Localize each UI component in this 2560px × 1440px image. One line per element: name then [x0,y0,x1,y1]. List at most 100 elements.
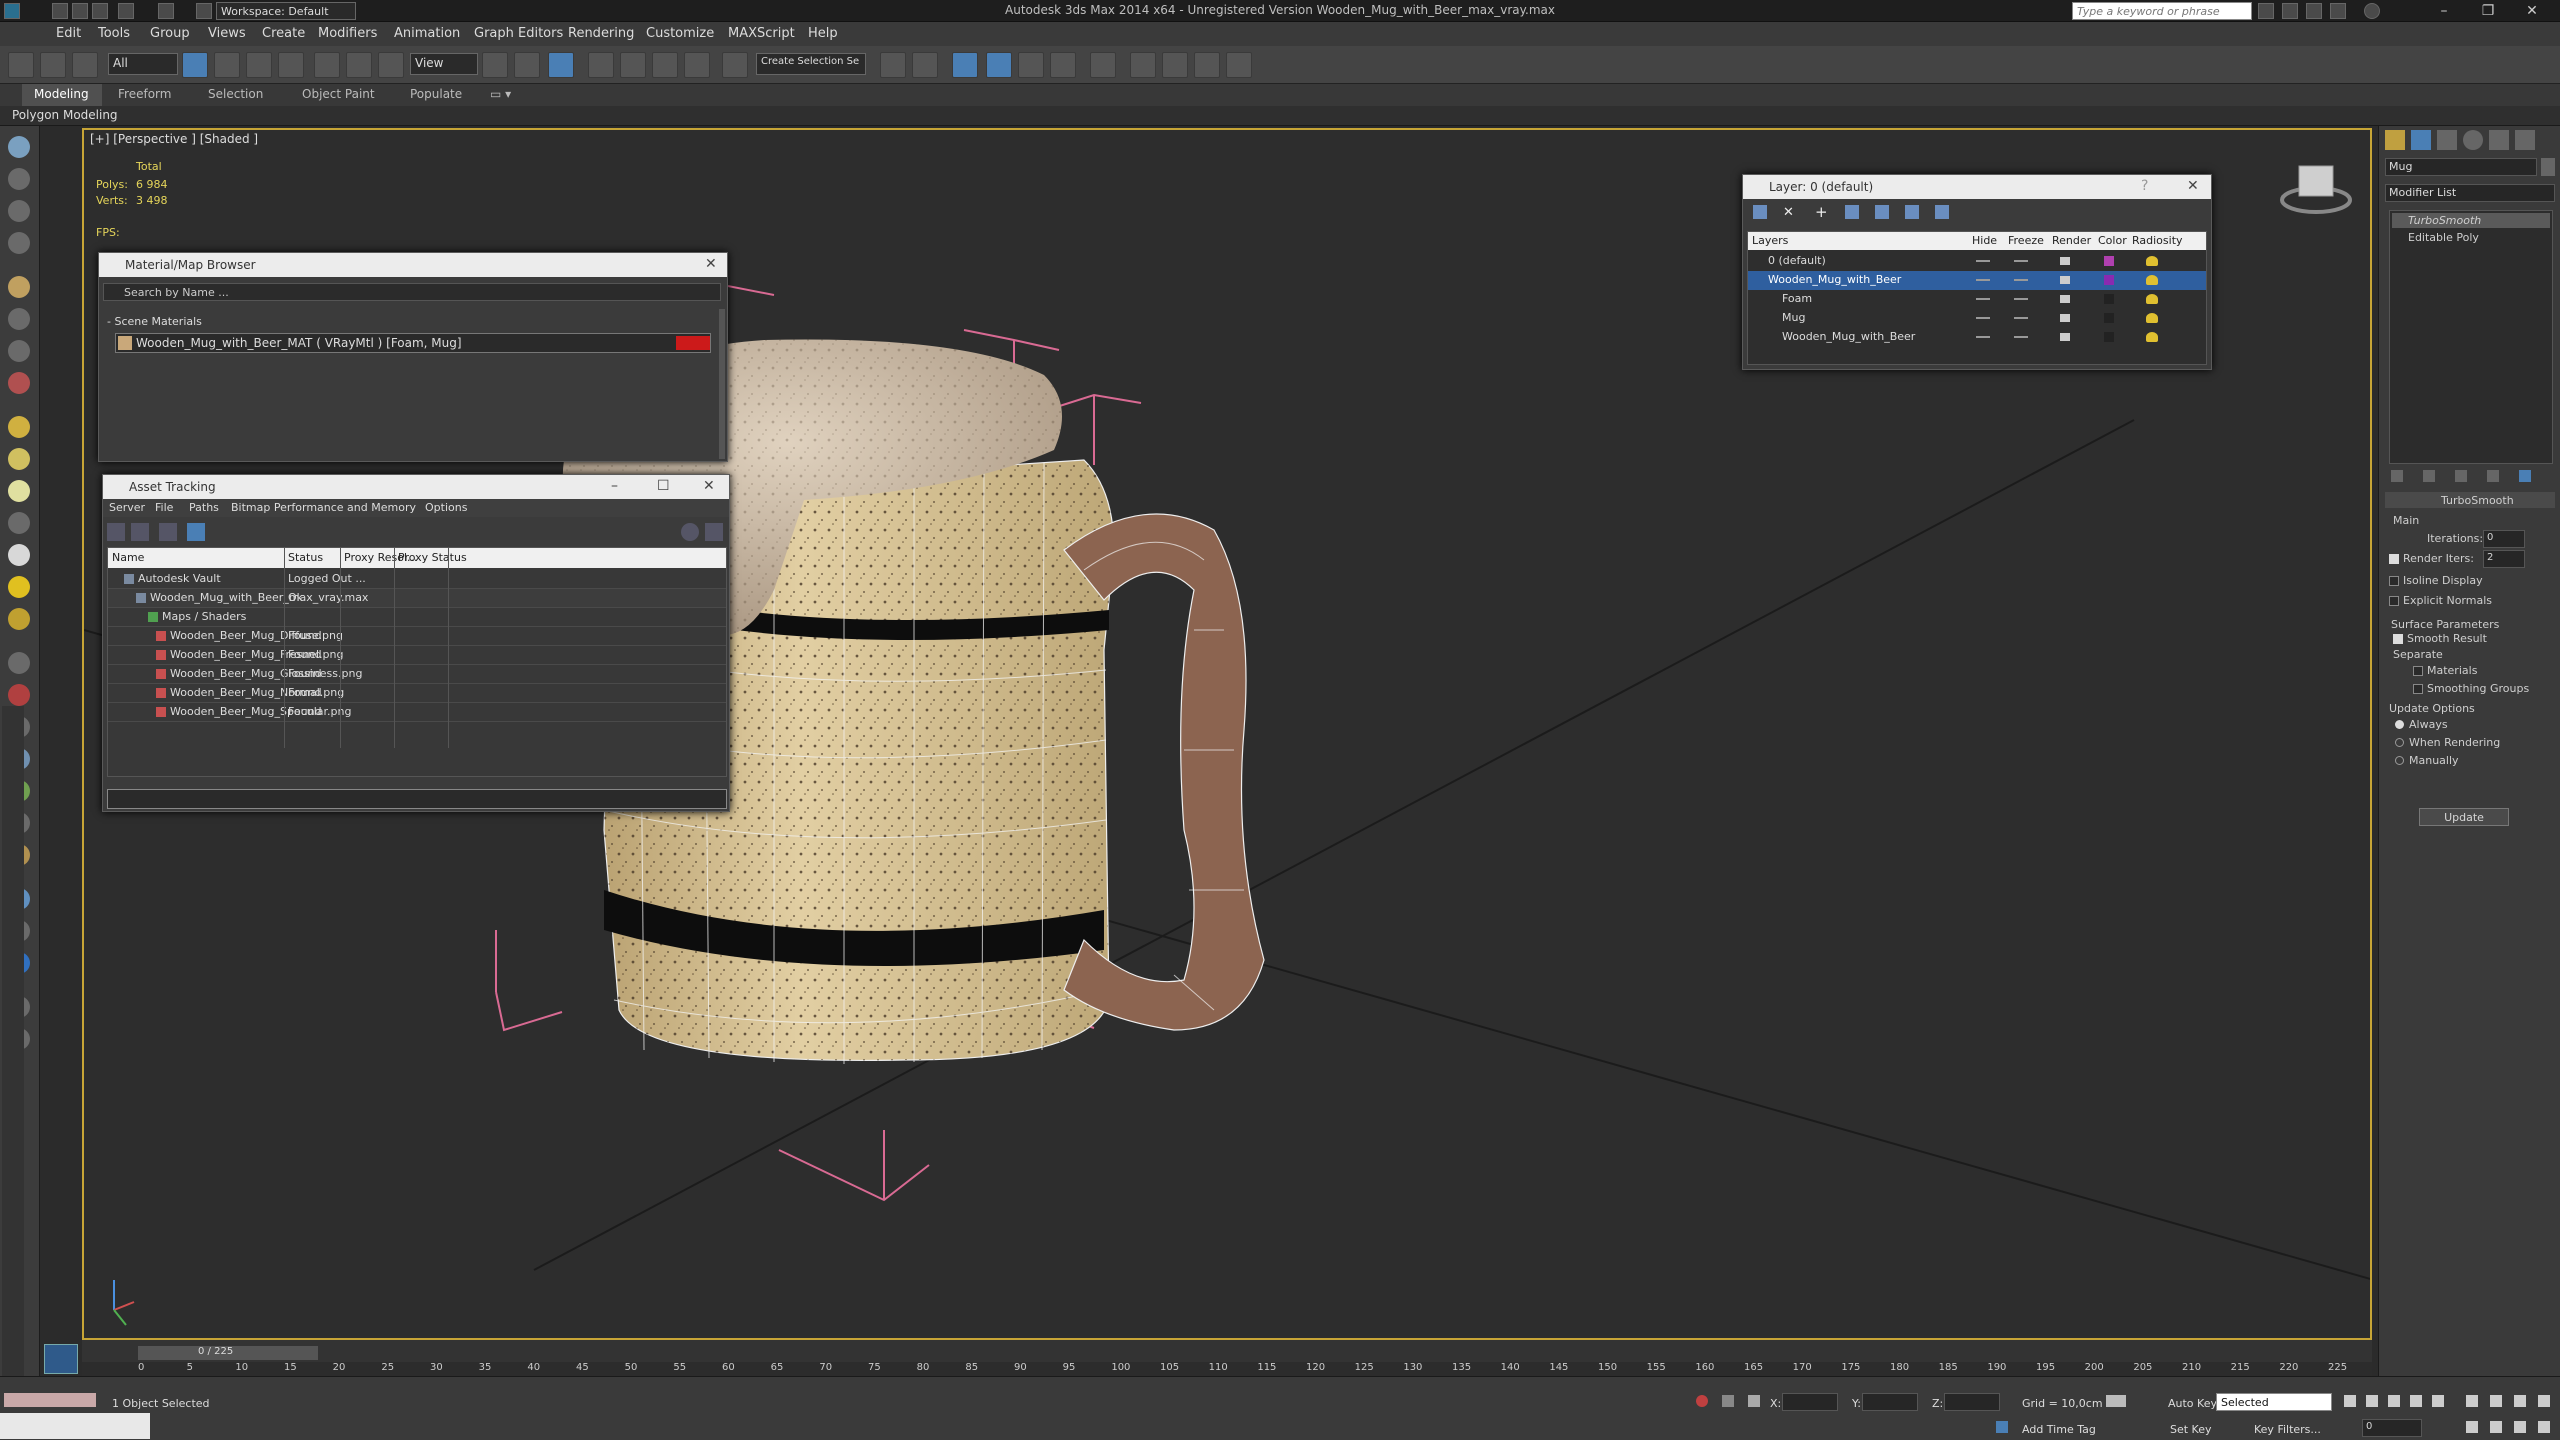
absolute-mode-icon[interactable] [1748,1395,1760,1407]
key-filters-button[interactable]: Key Filters... [2254,1423,2321,1436]
next-frame-icon[interactable] [2410,1395,2422,1407]
render-teapot-icon[interactable] [2060,257,2070,265]
bind-space-warp-icon[interactable] [72,52,98,78]
table-view-icon[interactable] [187,523,205,541]
material-search-input[interactable]: Search by Name ... [103,283,721,301]
materials-checkbox[interactable] [2413,666,2423,676]
layer-col-render[interactable]: Render [2052,234,2091,247]
render-teapot-icon[interactable] [2060,333,2070,341]
vault-settings-icon[interactable] [705,523,723,541]
layer-row[interactable]: Foam [1748,290,2206,309]
layer-color-swatch[interactable] [2104,256,2114,266]
hide-toggle-icon[interactable] [1976,317,1990,319]
hide-toggle-icon[interactable] [1976,279,1990,281]
key-mode-dropdown[interactable]: Selected [2216,1393,2332,1411]
asset-minimize-button[interactable]: – [611,478,618,494]
pivot-center-icon[interactable] [482,52,508,78]
mirror-icon[interactable] [880,52,906,78]
iterations-spinner[interactable]: 0 [2483,530,2525,548]
menu-graph-editors[interactable]: Graph Editors [474,26,563,41]
freeze-toggle-icon[interactable] [2014,260,2028,262]
radiosity-icon[interactable] [2146,256,2158,266]
render-production-icon[interactable] [1194,52,1220,78]
refresh-icon[interactable] [107,523,125,541]
smoothing-groups-checkbox[interactable] [2413,684,2423,694]
add-time-tag[interactable]: Add Time Tag [2022,1423,2096,1436]
menu-modifiers[interactable]: Modifiers [318,26,377,41]
viewport-label[interactable]: [+] [Perspective ] [Shaded ] [90,132,258,146]
prev-frame-icon[interactable] [2366,1395,2378,1407]
hierarchy-tab-icon[interactable] [2437,130,2457,150]
cone-icon[interactable] [8,448,30,470]
radiosity-icon[interactable] [2146,294,2158,304]
auto-key-button[interactable]: Auto Key [2168,1397,2217,1410]
table-row[interactable]: Wooden_Beer_Mug_Glossiness.png Found [108,665,726,684]
ribbon-options-icon[interactable]: ▭ ▾ [490,87,511,101]
goto-end-icon[interactable] [2432,1395,2444,1407]
layer-col-freeze[interactable]: Freeze [2008,234,2044,247]
tab-modeling[interactable]: Modeling [34,87,89,101]
col-proxy-status[interactable]: Proxy Status [398,551,467,564]
key-icon[interactable] [2106,1395,2126,1407]
asset-menu-paths[interactable]: Paths [189,501,219,514]
x-coordinate-field[interactable] [1782,1393,1838,1411]
isoline-checkbox[interactable] [2389,576,2399,586]
menu-maxscript[interactable]: MAXScript [728,26,795,41]
layer-color-swatch[interactable] [2104,332,2114,342]
make-unique-icon[interactable] [2455,470,2467,482]
layer-highlight-icon[interactable] [1875,205,1889,219]
stack-item-turbosmooth[interactable]: TurboSmooth [2408,214,2481,227]
tab-freeform[interactable]: Freeform [118,87,171,101]
helper-icon[interactable] [8,340,30,362]
col-name[interactable]: Name [112,551,144,564]
play-icon[interactable] [2388,1395,2400,1407]
rotate-icon[interactable] [346,52,372,78]
table-row[interactable]: Wooden_Beer_Mug_Normal.png Found [108,684,726,703]
maximize-button[interactable]: ❐ [2468,2,2508,20]
selection-filter-dropdown[interactable]: All [108,53,178,75]
viewcube-icon[interactable] [2280,165,2352,214]
material-editor-icon[interactable] [1090,52,1116,78]
cylinder-icon[interactable] [8,200,30,222]
help-search-input[interactable]: Type a keyword or phrase [2072,2,2252,20]
menu-edit[interactable]: Edit [56,26,81,41]
menu-customize[interactable]: Customize [646,26,714,41]
layer-help-icon[interactable]: ? [2141,178,2148,194]
graphite-toolset-icon[interactable] [986,52,1012,78]
select-manipulate-icon[interactable] [514,52,540,78]
layer-row[interactable]: 0 (default) [1748,252,2206,271]
table-row[interactable]: Wooden_Mug_with_Beer_max_vray.max Ok [108,589,726,608]
angle-snap-icon[interactable] [620,52,646,78]
help-icon[interactable] [2364,3,2380,19]
fov-icon[interactable] [2466,1421,2478,1433]
time-tag-icon[interactable] [1996,1421,2008,1433]
table-row[interactable]: Maps / Shaders [108,608,726,627]
layer-col-color[interactable]: Color [2098,234,2127,247]
edit-named-selection-icon[interactable] [722,52,748,78]
named-selection-dropdown[interactable]: Create Selection Se [756,53,866,75]
communication-icon[interactable] [2306,3,2322,19]
when-rendering-radio[interactable] [2395,738,2404,747]
asset-maximize-button[interactable]: ☐ [657,478,670,494]
always-radio[interactable] [2395,720,2404,729]
freeze-toggle-icon[interactable] [2014,298,2028,300]
render-setup-icon[interactable] [1130,52,1156,78]
manually-radio[interactable] [2395,756,2404,765]
object-color-swatch[interactable] [2541,158,2555,176]
particle-icon[interactable] [8,652,30,674]
isolate-toggle-icon[interactable] [1696,1395,1708,1407]
table-row[interactable]: Wooden_Beer_Mug_Fresnel.png Found [108,646,726,665]
menu-rendering[interactable]: Rendering [568,26,634,41]
render-in-cloud-icon[interactable] [1226,52,1252,78]
table-row[interactable]: Wooden_Beer_Mug_Diffuse.png Found [108,627,726,646]
select-and-link-icon[interactable] [8,52,34,78]
select-object-icon[interactable] [182,52,208,78]
teapot-icon[interactable] [8,608,30,630]
menu-tools[interactable]: Tools [98,26,130,41]
favorites-icon[interactable] [2330,3,2346,19]
render-iters-checkbox[interactable] [2389,554,2399,564]
schematic-view-icon[interactable] [1050,52,1076,78]
render-teapot-icon[interactable] [2060,314,2070,322]
material-browser-close-icon[interactable]: ✕ [705,256,717,272]
radiosity-icon[interactable] [2146,313,2158,323]
